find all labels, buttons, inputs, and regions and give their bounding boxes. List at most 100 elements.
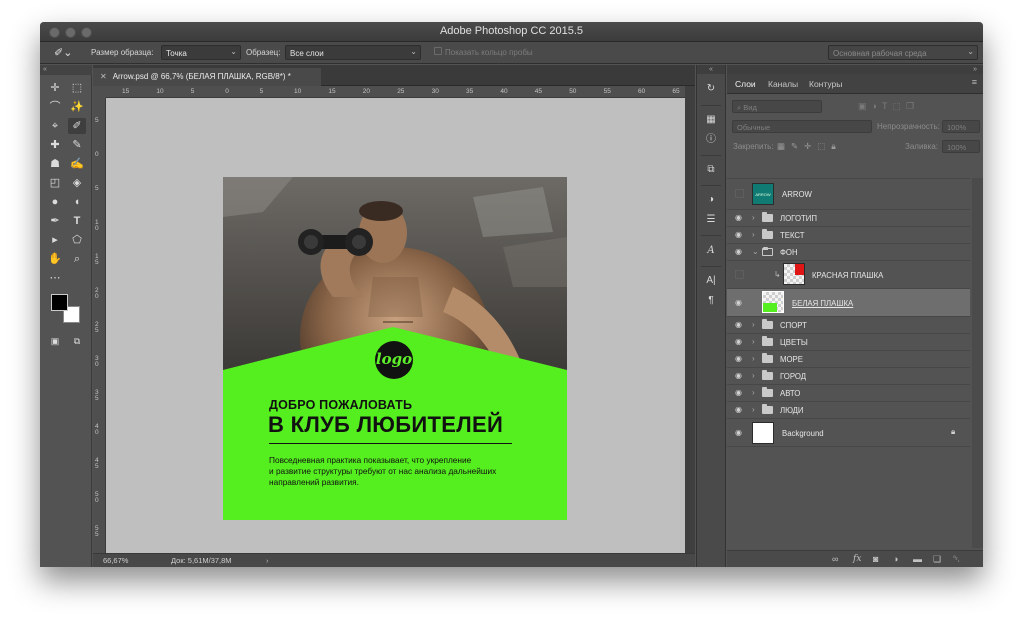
layer-row-selected[interactable]: ◉ БЕЛАЯ ПЛАШКА	[727, 288, 970, 316]
character-styles-icon[interactable]: A|	[703, 273, 719, 289]
dodge-tool-icon[interactable]: ◖	[68, 194, 86, 210]
new-layer-icon[interactable]: ❏	[933, 554, 941, 565]
paint-bucket-tool-icon[interactable]: ◈	[68, 175, 86, 191]
eraser-tool-icon[interactable]: ◰	[46, 175, 64, 191]
fill-input[interactable]: 100%	[942, 140, 980, 153]
visibility-toggle[interactable]	[735, 189, 744, 198]
marquee-tool-icon[interactable]: ⬚	[68, 80, 86, 96]
move-tool-icon[interactable]: ✛	[46, 80, 64, 96]
eye-icon[interactable]: ◉	[735, 213, 746, 223]
more-tools-icon[interactable]: ⋯	[46, 270, 64, 286]
tab-channels[interactable]: Каналы	[768, 79, 798, 89]
properties-icon[interactable]: ☰	[703, 212, 719, 228]
chevron-right-icon[interactable]: ›	[752, 388, 755, 398]
layer-row[interactable]: ◉ ⌄ ФОН	[727, 243, 970, 260]
workspace-select[interactable]: Основная рабочая среда ⌄	[828, 45, 978, 60]
tab-layers[interactable]: Слои	[735, 79, 756, 89]
foreground-color-swatch[interactable]	[51, 294, 68, 311]
hand-tool-icon[interactable]: ✋	[46, 251, 64, 267]
quick-mask-icon[interactable]: ▣	[46, 333, 64, 349]
layer-row[interactable]: ↳ КРАСНАЯ ПЛАШКА	[727, 260, 970, 288]
adjustment-icon[interactable]: ◑	[893, 554, 898, 564]
show-ring-checkbox[interactable]	[434, 47, 442, 55]
collapse-dock-icon[interactable]: «	[697, 65, 725, 74]
chevron-right-icon[interactable]: ›	[752, 320, 755, 330]
blur-tool-icon[interactable]: ●	[46, 194, 64, 210]
layer-row[interactable]: ARROW ARROW	[727, 178, 970, 209]
eye-icon[interactable]: ◉	[735, 337, 746, 347]
layer-row[interactable]: ◉ › АВТО	[727, 384, 970, 401]
zoom-readout[interactable]: 66,67%	[103, 556, 128, 565]
layer-row[interactable]: ◉ › ЦВЕТЫ	[727, 333, 970, 350]
sample-size-select[interactable]: Точка ⌄	[161, 45, 241, 60]
character-icon[interactable]: A	[703, 243, 719, 259]
visibility-toggle[interactable]	[735, 270, 744, 279]
shape-tool-icon[interactable]: ⬠	[68, 232, 86, 248]
eye-icon[interactable]: ◉	[735, 298, 746, 308]
eye-icon[interactable]: ◉	[735, 371, 746, 381]
layer-row[interactable]: ◉ Background 🔒︎	[727, 418, 970, 447]
healing-brush-tool-icon[interactable]: ✚	[46, 137, 64, 153]
eye-icon[interactable]: ◉	[735, 428, 746, 438]
eye-icon[interactable]: ◉	[735, 320, 746, 330]
panel-menu-icon[interactable]: ≡	[972, 77, 977, 87]
collapse-toolbar-icon[interactable]: «	[40, 65, 92, 75]
link-icon[interactable]: ∞	[832, 554, 838, 564]
chevron-right-icon[interactable]: ›	[752, 230, 755, 240]
type-tool-icon[interactable]: T	[68, 213, 86, 229]
chevron-right-icon[interactable]: ›	[752, 371, 755, 381]
screen-mode-icon[interactable]: ⧉	[68, 333, 86, 349]
eye-icon[interactable]: ◉	[735, 230, 746, 240]
paragraph-icon[interactable]: ¶	[703, 293, 719, 309]
mask-icon[interactable]: ◙	[873, 554, 878, 564]
layer-row[interactable]: ◉ › ЛОГОТИП	[727, 209, 970, 226]
chevron-down-icon[interactable]: ⌄	[752, 247, 759, 257]
lasso-tool-icon[interactable]: ⌒	[46, 99, 64, 115]
chevron-right-icon[interactable]: ›	[752, 354, 755, 364]
eyedropper-preset-icon[interactable]: ✐⌄	[54, 46, 72, 59]
tab-paths[interactable]: Контуры	[809, 79, 842, 89]
layer-row[interactable]: ◉ › ТЕКСТ	[727, 226, 970, 243]
opacity-input[interactable]: 100%	[942, 120, 980, 133]
lock-icons[interactable]: ▦✎✛⬚🔒︎	[777, 141, 842, 152]
eye-icon[interactable]: ◉	[735, 388, 746, 398]
chevron-right-icon[interactable]: ›	[752, 337, 755, 347]
close-tab-icon[interactable]: ✕	[100, 72, 107, 81]
history-icon[interactable]: ↻	[703, 81, 719, 97]
vertical-scrollbar[interactable]	[685, 86, 695, 553]
clone-stamp-tool-icon[interactable]: ☗	[46, 156, 64, 172]
document-tab[interactable]: ✕ Arrow.psd @ 66,7% (БЕЛАЯ ПЛАШКА, RGB/8*…	[93, 68, 321, 86]
sample-select[interactable]: Все слои ⌄	[285, 45, 421, 60]
path-selection-tool-icon[interactable]: ▸	[46, 232, 64, 248]
filter-type-icons[interactable]: ▣◑T⬚❐	[858, 101, 919, 112]
layer-row[interactable]: ◉ › СПОРТ	[727, 316, 970, 333]
layer-filter-select[interactable]: ⌕ Вид	[732, 100, 822, 113]
layer-row[interactable]: ◉ › ГОРОД	[727, 367, 970, 384]
chevron-right-icon[interactable]: ›	[752, 213, 755, 223]
zoom-tool-icon[interactable]: ⌕	[68, 251, 86, 267]
magic-wand-tool-icon[interactable]: ✨	[68, 99, 86, 115]
libraries-icon[interactable]: ⧉	[703, 162, 719, 178]
folder-icon[interactable]: ▬	[913, 554, 922, 564]
layers-scrollbar[interactable]	[972, 178, 983, 548]
history-brush-tool-icon[interactable]: ✍	[68, 156, 86, 172]
horizontal-ruler[interactable]: 15 10 5 0 5 10 15 20 25 30 35 40 45 50 55 60 65	[106, 86, 685, 98]
pen-tool-icon[interactable]: ✒	[46, 213, 64, 229]
chevron-right-icon[interactable]: ›	[266, 556, 269, 565]
adjustments-icon[interactable]: ◑	[703, 192, 719, 208]
blend-mode-select[interactable]: Обычные	[732, 120, 872, 133]
canvas-area[interactable]: logo ДОБРО ПОЖАЛОВАТЬ В КЛУБ ЛЮБИТЕЛЕЙ П…	[106, 98, 685, 553]
layer-row[interactable]: ◉ › МОРЕ	[727, 350, 970, 367]
swatches-icon[interactable]: ▦	[703, 112, 719, 128]
brush-tool-icon[interactable]: ✎	[68, 137, 86, 153]
crop-tool-icon[interactable]: ⌖	[46, 118, 64, 134]
fx-icon[interactable]: fx	[853, 554, 861, 564]
trash-icon[interactable]: ␡	[953, 554, 960, 565]
info-icon[interactable]: ⓘ	[703, 132, 719, 148]
layer-row[interactable]: ◉ › ЛЮДИ	[727, 401, 970, 418]
eye-icon[interactable]: ◉	[735, 405, 746, 415]
collapse-panel-icon[interactable]: »	[727, 65, 983, 74]
document-canvas[interactable]: logo ДОБРО ПОЖАЛОВАТЬ В КЛУБ ЛЮБИТЕЛЕЙ П…	[223, 177, 567, 520]
eyedropper-tool-icon[interactable]: ✐	[68, 118, 86, 134]
vertical-ruler[interactable]: 5051015202530354045505560	[93, 98, 106, 553]
